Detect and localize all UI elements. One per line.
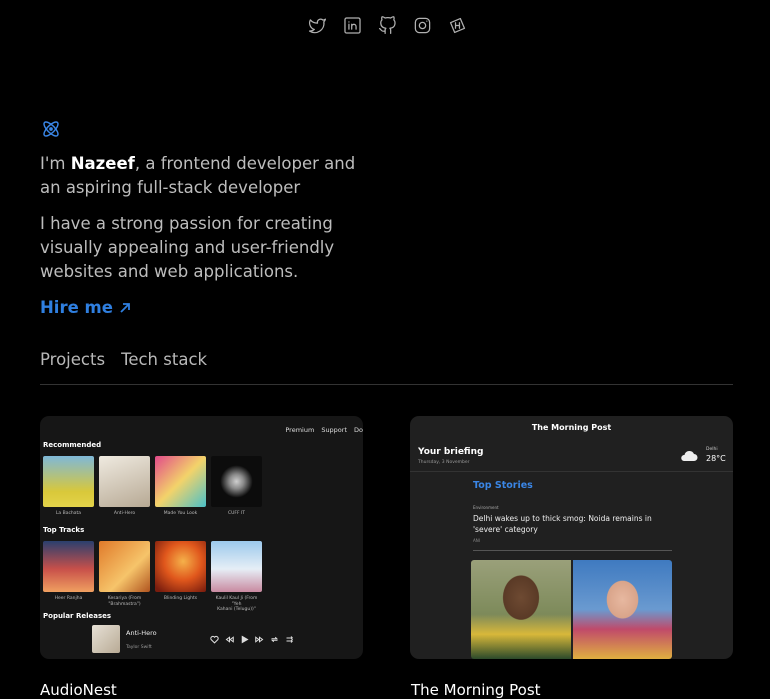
player-meta: Anti-Hero Taylor Swift	[126, 629, 206, 650]
album-tile: La Bachata	[43, 456, 94, 517]
hashnode-icon[interactable]	[446, 14, 468, 36]
tab-projects[interactable]: Projects	[40, 350, 105, 369]
instagram-icon[interactable]	[411, 14, 433, 36]
project-title[interactable]: AudioNest	[40, 681, 117, 699]
album-caption: La Bachata	[55, 511, 82, 516]
nav-support: Support	[321, 426, 348, 434]
album-tile: Made You Look	[155, 456, 206, 517]
briefing-date: Thursday, 3 November	[418, 460, 470, 465]
github-icon[interactable]	[376, 14, 398, 36]
news-photo	[471, 560, 672, 659]
track-art	[43, 541, 94, 592]
news-headline: Delhi wakes up to thick smog: Noida rema…	[473, 514, 652, 534]
divider	[410, 471, 733, 472]
album-art	[211, 456, 262, 507]
news-byline: ANI	[473, 538, 480, 543]
track-caption: Kesariya (From "Brahmastra")	[107, 596, 142, 607]
player-controls	[210, 635, 294, 644]
album-caption: Made You Look	[163, 511, 198, 516]
tabs: Projects Tech stack	[40, 350, 207, 369]
album-art	[155, 456, 206, 507]
track-tile: Blinding Lights	[155, 541, 206, 613]
news-tag: Environment	[473, 505, 499, 510]
bio-text: I have a strong passion for creating vis…	[40, 214, 335, 281]
project-card-morning-post[interactable]: The Morning Post Your briefing Thursday,…	[410, 416, 733, 659]
play-icon[interactable]	[240, 635, 249, 644]
track-caption: Kaulil Kaul Ji (From "Yeh Kahani (Telugu…	[215, 596, 258, 612]
shuffle-icon[interactable]	[285, 635, 294, 644]
track-caption: Blinding Lights	[163, 596, 198, 601]
top-tracks-heading: Top Tracks	[43, 526, 85, 534]
track-caption: Heer Ranjha	[54, 596, 83, 601]
masthead: The Morning Post	[531, 423, 612, 432]
name: Nazeef	[70, 154, 135, 173]
top-stories-heading: Top Stories	[473, 480, 533, 491]
audionest-nav: Premium Support Do	[285, 426, 363, 434]
atom-icon	[40, 118, 62, 140]
twitter-icon[interactable]	[306, 14, 328, 36]
project-title[interactable]: The Morning Post	[411, 681, 541, 699]
next-icon[interactable]	[255, 635, 264, 644]
track-tile: Kesariya (From "Brahmastra")	[99, 541, 150, 613]
divider	[40, 384, 733, 385]
track-tile: Kaulil Kaul Ji (From "Yeh Kahani (Telugu…	[211, 541, 262, 613]
heart-icon[interactable]	[210, 635, 219, 644]
album-caption: CUFF IT	[227, 511, 246, 516]
linkedin-icon[interactable]	[341, 14, 363, 36]
photo-right	[572, 560, 672, 659]
photo-left	[471, 560, 571, 659]
project-card-audionest[interactable]: Premium Support Do Recommended La Bachat…	[40, 416, 363, 659]
album-art	[99, 456, 150, 507]
social-links	[306, 14, 468, 36]
repeat-icon[interactable]	[270, 635, 279, 644]
popular-releases-heading: Popular Releases	[43, 612, 112, 620]
track-tile: Heer Ranjha	[43, 541, 94, 613]
music-player: Anti-Hero Taylor Swift	[92, 624, 307, 654]
nav-premium: Premium	[285, 426, 315, 434]
cloud-icon	[681, 450, 698, 461]
album-caption: Anti-Hero	[113, 511, 136, 516]
track-art	[155, 541, 206, 592]
player-title: Anti-Hero	[126, 628, 157, 637]
track-art	[99, 541, 150, 592]
intro-prefix: I'm	[40, 154, 71, 173]
tab-tech-stack[interactable]: Tech stack	[121, 350, 207, 369]
divider	[473, 550, 672, 551]
hire-me-link[interactable]: Hire me	[40, 298, 131, 317]
recommended-heading: Recommended	[43, 441, 102, 449]
weather-city: Delhi	[706, 447, 718, 452]
nav-download: Do	[354, 426, 363, 434]
intro-text: I'm Nazeef, a frontend developer and an …	[40, 152, 380, 200]
album-tile: CUFF IT	[211, 456, 262, 517]
album-art	[43, 456, 94, 507]
top-tracks-row: Heer Ranjha Kesariya (From "Brahmastra")…	[43, 541, 262, 613]
briefing-title: Your briefing	[418, 447, 484, 457]
arrow-up-right-icon	[120, 302, 130, 313]
track-art	[211, 541, 262, 592]
player-thumbnail	[92, 625, 120, 653]
previous-icon[interactable]	[225, 635, 234, 644]
weather-temp: 28°C	[706, 454, 726, 463]
player-artist: Taylor Swift	[126, 644, 152, 650]
recommended-row: La Bachata Anti-Hero Made You Look CUFF …	[43, 456, 262, 517]
album-tile: Anti-Hero	[99, 456, 150, 517]
hire-me-label: Hire me	[40, 298, 113, 317]
